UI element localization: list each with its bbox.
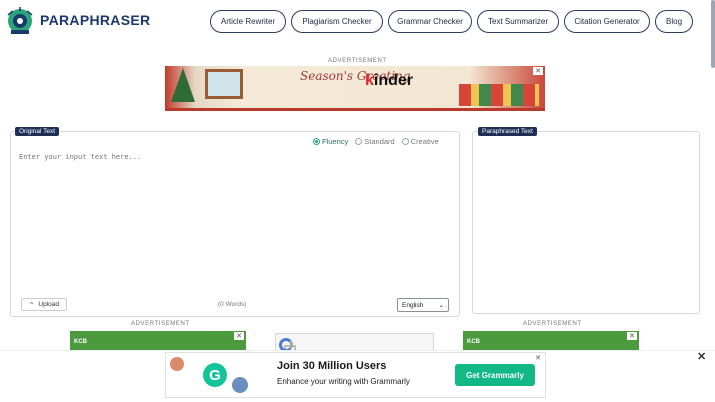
ad-label-top: ADVERTISEMENT	[328, 58, 387, 64]
avatar	[170, 357, 184, 371]
chevron-down-icon: ⌄	[438, 302, 444, 309]
upload-label: Upload	[38, 301, 60, 308]
get-grammarly-button[interactable]: Get Grammarly	[455, 364, 535, 386]
original-text-tag: Original Text	[15, 127, 60, 136]
nav-citation-generator[interactable]: Citation Generator	[564, 10, 650, 33]
ad-close-icon[interactable]: ✕	[533, 354, 543, 362]
left-ad-banner[interactable]: KCB ✕	[70, 331, 246, 351]
main-nav: Article Rewriter Plagiarism Checker Gram…	[210, 10, 693, 33]
mode-label: Fluency	[322, 137, 349, 146]
mode-label: Standard	[364, 137, 395, 146]
mode-fluency[interactable]: Fluency	[313, 137, 348, 146]
ad-close-icon[interactable]: ✕	[533, 67, 543, 75]
brand-name: PARAPHRASER	[40, 12, 151, 28]
mode-selector: Fluency Standard Creative	[313, 137, 439, 146]
close-icon[interactable]: ✕	[697, 350, 706, 363]
mode-standard[interactable]: Standard	[355, 137, 395, 146]
radio-icon	[401, 138, 409, 145]
upload-icon: ⌃	[28, 301, 35, 309]
ad-title: Join 30 Million Users	[277, 360, 387, 372]
logo[interactable]: PARAPHRASER	[3, 5, 150, 35]
right-ad-banner[interactable]: KCB ✕	[463, 331, 639, 351]
mode-creative[interactable]: Creative	[401, 137, 439, 146]
kcb-logo: KCB	[74, 339, 87, 345]
word-count: (0 Words)	[218, 301, 247, 308]
grammarly-ad[interactable]: G Join 30 Million Users Enhance your wri…	[165, 352, 546, 398]
site-header: PARAPHRASER Article Rewriter Plagiarism …	[0, 0, 715, 68]
paraphrased-text-panel	[472, 131, 700, 314]
ad-label-left: ADVERTISEMENT	[131, 321, 190, 327]
nav-blog[interactable]: Blog	[655, 10, 693, 33]
paraphrased-text-tag: Paraphrased Text	[478, 127, 537, 136]
nav-grammar-checker[interactable]: Grammar Checker	[388, 10, 472, 33]
ad-close-icon[interactable]: ✕	[234, 332, 244, 340]
input-text-field[interactable]	[19, 153, 449, 293]
radio-selected-icon	[313, 138, 320, 145]
ad-brand-rest: inder	[373, 72, 414, 89]
nav-plagiarism-checker[interactable]: Plagiarism Checker	[291, 10, 383, 33]
radio-icon	[355, 138, 363, 145]
gifts-image	[459, 84, 539, 106]
page-scrollbar[interactable]	[711, 0, 715, 68]
ad-brand-logo: kinder	[365, 72, 413, 90]
kcb-logo: KCB	[467, 339, 480, 345]
page: PARAPHRASER Article Rewriter Plagiarism …	[0, 0, 715, 402]
mode-label: Creative	[410, 137, 439, 146]
ad-close-icon[interactable]: ✕	[627, 332, 637, 340]
top-ad-banner[interactable]: Season's Greeting kinder ✕	[165, 66, 545, 111]
ad-subtitle: Enhance your writing with Grammarly	[277, 377, 410, 386]
language-value: English	[402, 301, 424, 309]
grammarly-logo-icon: G	[203, 363, 227, 387]
brain-logo-icon	[7, 7, 33, 34]
ad-brand-prefix: k	[365, 72, 374, 89]
nav-text-summarizer[interactable]: Text Summarizer	[477, 10, 559, 33]
window-image	[205, 69, 243, 99]
nav-article-rewriter[interactable]: Article Rewriter	[210, 10, 286, 33]
ad-label-right: ADVERTISEMENT	[523, 321, 582, 327]
christmas-tree-image	[171, 68, 195, 102]
avatar	[232, 377, 248, 393]
upload-button[interactable]: ⌃ Upload	[21, 298, 67, 311]
language-select[interactable]: English ⌄	[397, 298, 449, 312]
